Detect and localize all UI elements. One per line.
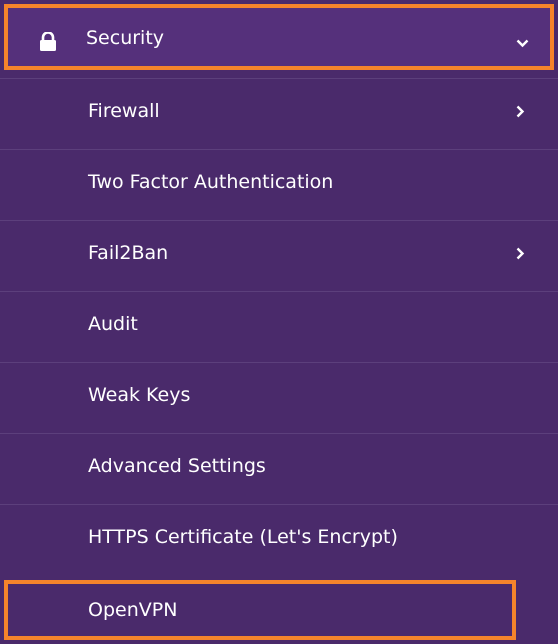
menu-item-https-certificate[interactable]: HTTPS Certificate (Let's Encrypt) [0, 504, 558, 575]
security-menu: Security Firewall Two Factor Authenticat… [0, 0, 558, 644]
menu-item-label: OpenVPN [88, 599, 178, 621]
menu-item-label: Audit [88, 313, 138, 335]
menu-item-label: Fail2Ban [88, 242, 169, 264]
menu-item-audit[interactable]: Audit [0, 291, 558, 362]
menu-header-security[interactable]: Security [4, 4, 554, 70]
menu-header-label: Security [86, 27, 165, 49]
menu-item-firewall[interactable]: Firewall [0, 78, 558, 149]
menu-item-weak-keys[interactable]: Weak Keys [0, 362, 558, 433]
chevron-right-icon [516, 247, 525, 260]
menu-item-openvpn[interactable]: OpenVPN [4, 580, 516, 640]
menu-item-label: Two Factor Authentication [88, 171, 334, 193]
menu-item-label: Weak Keys [88, 384, 191, 406]
menu-item-label: HTTPS Certificate (Let's Encrypt) [88, 526, 398, 548]
lock-icon [40, 32, 56, 51]
menu-item-advanced-settings[interactable]: Advanced Settings [0, 433, 558, 504]
menu-item-fail2ban[interactable]: Fail2Ban [0, 220, 558, 291]
chevron-down-icon[interactable] [516, 39, 529, 48]
menu-item-label: Advanced Settings [88, 455, 266, 477]
chevron-right-icon [516, 105, 525, 118]
menu-item-label: Firewall [88, 100, 160, 122]
menu-item-two-factor-authentication[interactable]: Two Factor Authentication [0, 149, 558, 220]
